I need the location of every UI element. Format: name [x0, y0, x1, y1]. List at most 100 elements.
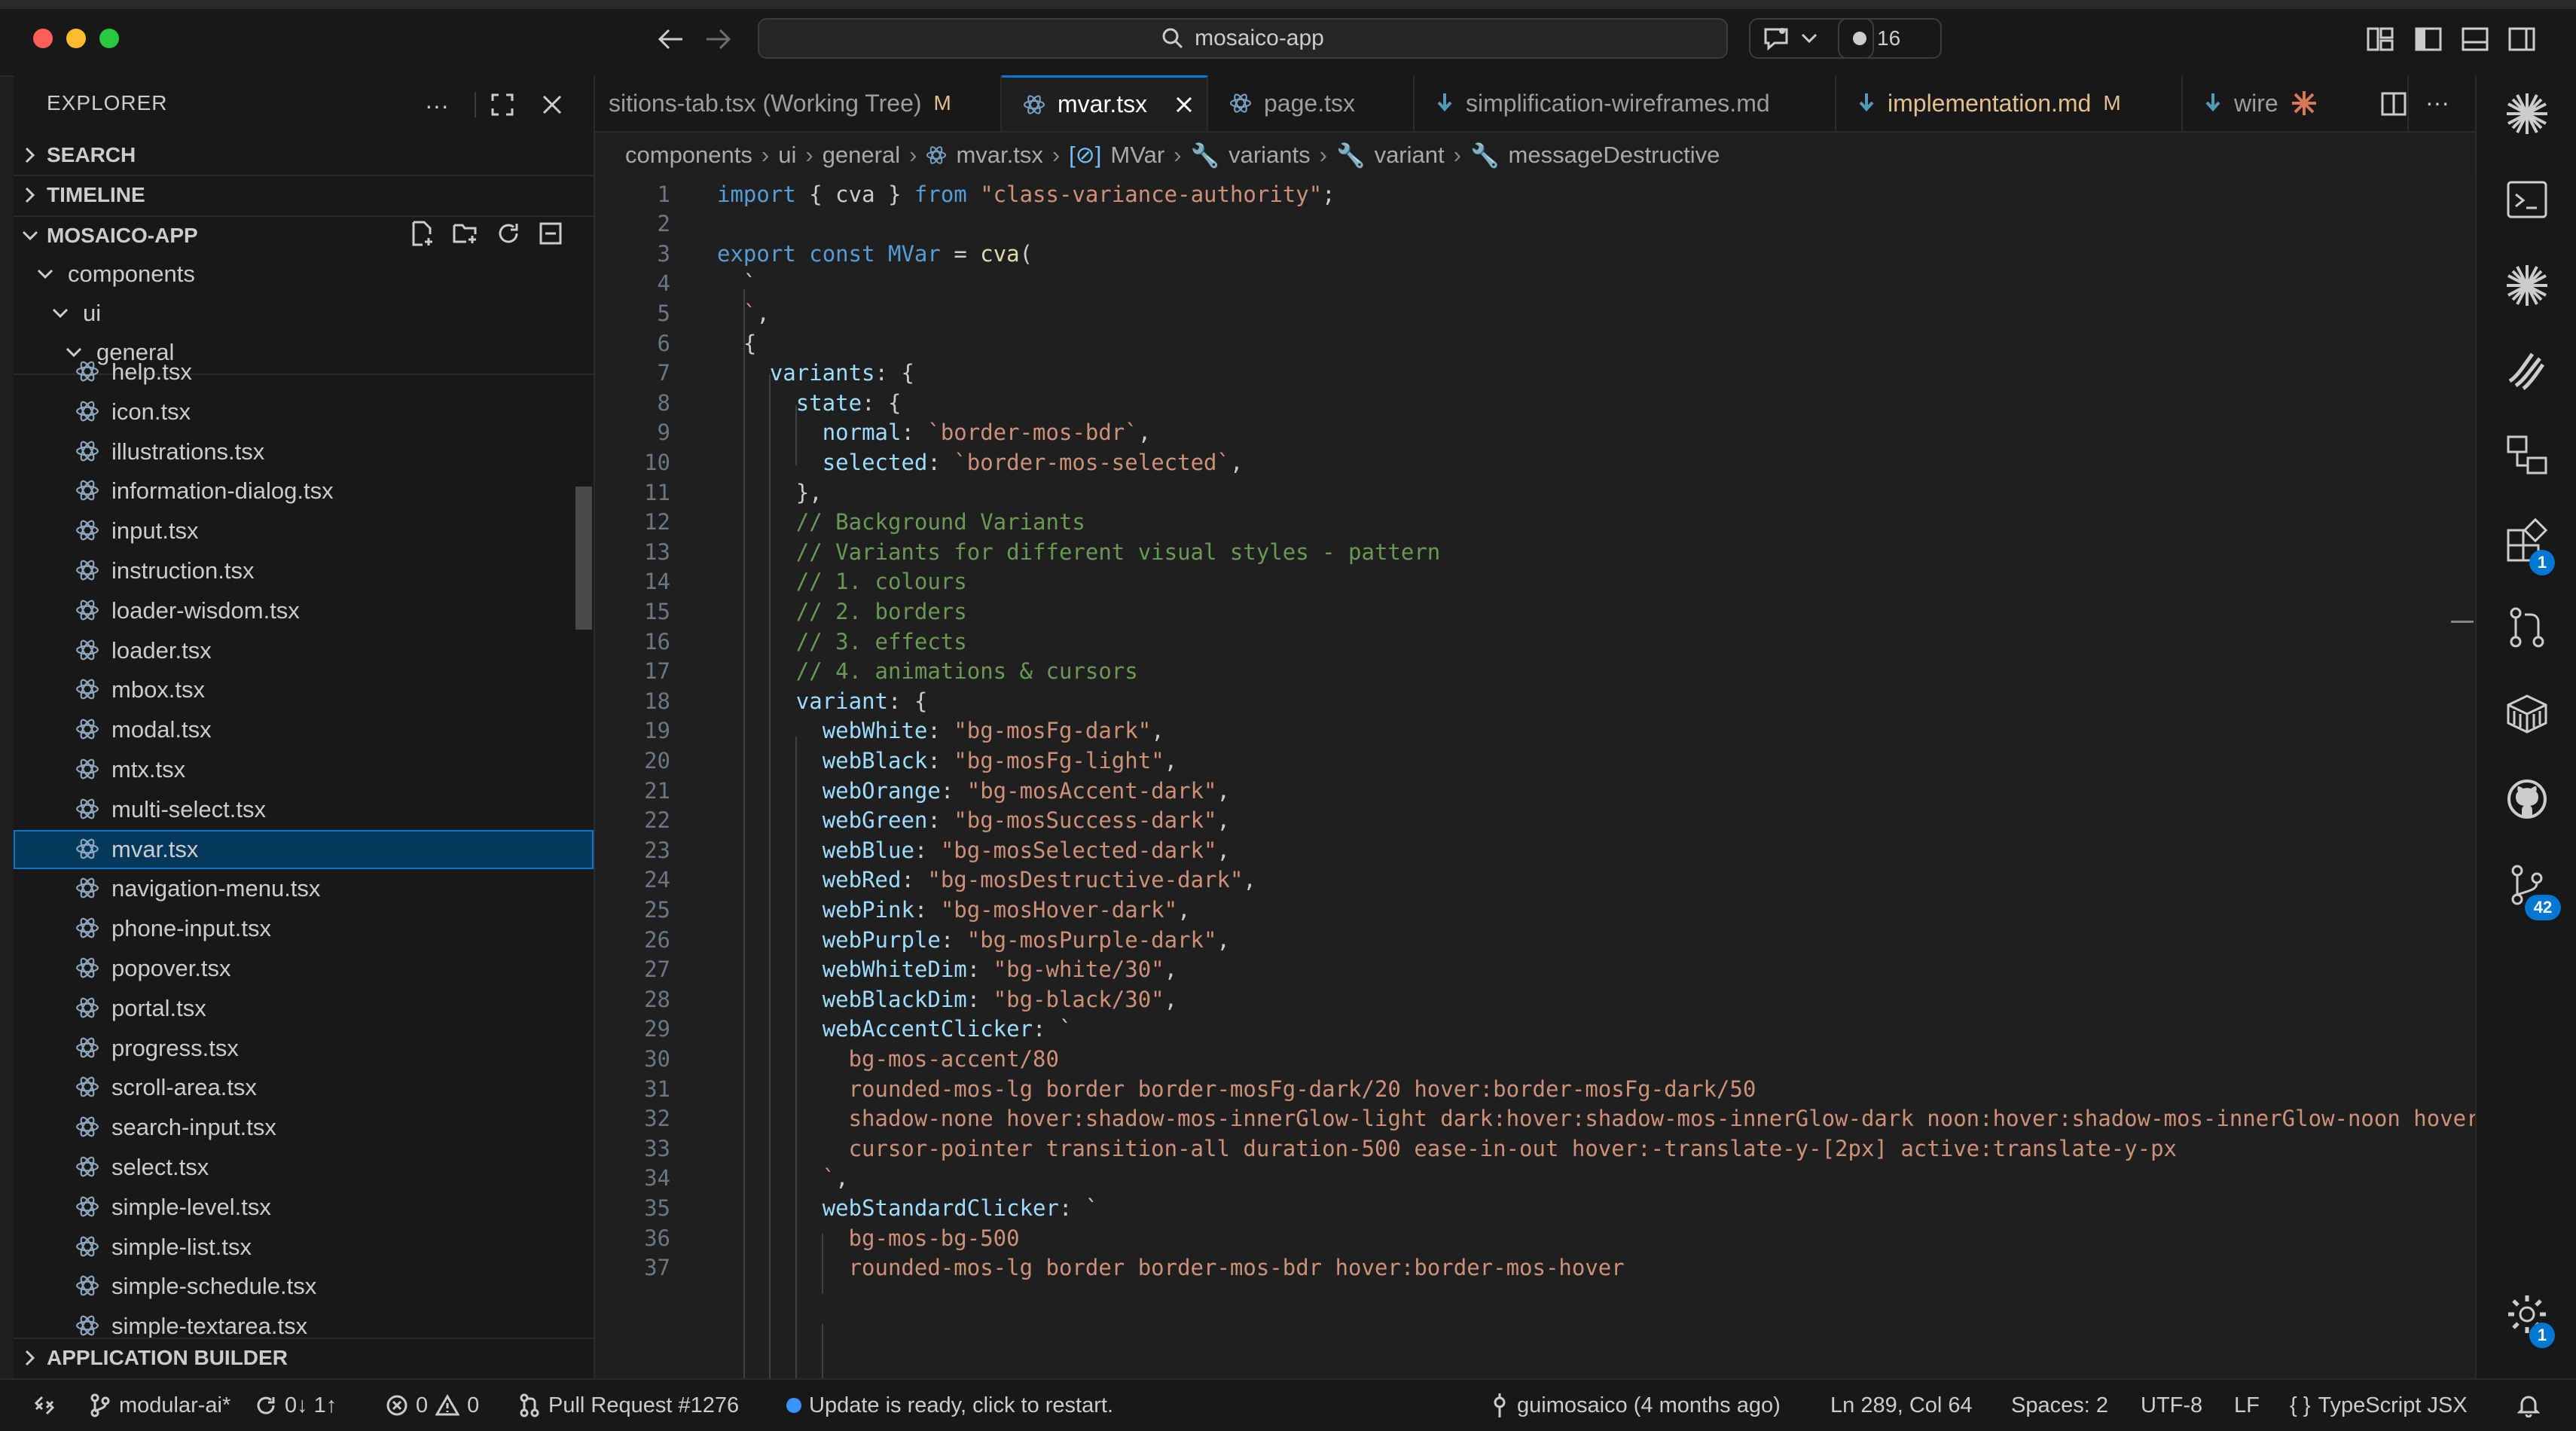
react-file-icon	[75, 1234, 101, 1260]
breadcrumb-item[interactable]: ui	[778, 142, 796, 169]
file-row[interactable]: input.tsx	[14, 511, 594, 551]
refresh-icon[interactable]	[496, 221, 521, 246]
breadcrumb-item[interactable]: variant	[1375, 142, 1445, 169]
file-row[interactable]: mbox.tsx	[14, 670, 594, 709]
line-number: 4	[657, 270, 670, 297]
collapse-all-icon[interactable]	[538, 221, 563, 246]
zoom-window-button[interactable]	[99, 29, 119, 48]
branch-indicator[interactable]: modular-ai*	[89, 1380, 230, 1431]
file-row[interactable]: navigation-menu.tsx	[14, 869, 594, 908]
close-window-button[interactable]	[33, 29, 53, 48]
pending-changes-button[interactable]: 16	[1838, 18, 1942, 59]
code-text: variants: {	[769, 360, 914, 386]
customize-layout-icon[interactable]	[2365, 24, 2395, 54]
chevron-down-icon[interactable]	[1800, 32, 1818, 44]
file-row[interactable]: select.tsx	[14, 1148, 594, 1187]
file-row[interactable]: portal.tsx	[14, 989, 594, 1028]
breadcrumb-item[interactable]: variants	[1228, 142, 1311, 169]
claude-icon[interactable]	[2502, 89, 2552, 139]
more-actions-icon[interactable]: ···	[2425, 89, 2449, 117]
close-icon[interactable]	[541, 93, 563, 116]
code-line: 33 cursor-pointer transition-all duratio…	[595, 1132, 2475, 1164]
indentation[interactable]: Spaces: 2	[2011, 1380, 2108, 1431]
forward-arrow-icon[interactable]	[704, 26, 732, 53]
toggle-secondary-sidebar-icon[interactable]	[2507, 24, 2537, 54]
pull-request-label: Pull Request #1276	[548, 1393, 740, 1417]
breadcrumb-item[interactable]: mvar.tsx	[956, 142, 1042, 169]
file-row[interactable]: modal.tsx	[14, 710, 594, 749]
folder-row[interactable]: components	[14, 255, 594, 294]
terminal-icon[interactable]	[2502, 175, 2552, 224]
folder-row[interactable]: ui	[14, 294, 594, 333]
pull-request-indicator[interactable]: Pull Request #1276	[518, 1380, 739, 1431]
tab-page[interactable]: page.tsx	[1208, 75, 1415, 131]
toggle-panel-icon[interactable]	[2460, 24, 2490, 54]
claude-icon[interactable]	[2502, 261, 2552, 310]
split-editor-icon[interactable]	[2380, 90, 2407, 117]
code-editor[interactable]: 1 import { cva } from "class-variance-aut…	[595, 176, 2475, 1378]
line-number: 24	[644, 867, 670, 893]
section-search[interactable]: SEARCH	[14, 136, 594, 175]
code-line: 21 webOrange: "bg-mosAccent-dark",	[595, 774, 2475, 807]
notifications[interactable]	[2517, 1380, 2540, 1431]
explorer-scrollbar[interactable]	[575, 487, 592, 630]
file-row[interactable]: information-dialog.tsx	[14, 471, 594, 511]
claude-icon[interactable]	[2291, 90, 2318, 117]
remote-explorer-icon[interactable]	[2502, 431, 2552, 481]
file-row[interactable]: help.tsx	[14, 360, 594, 392]
pull-requests-icon[interactable]	[2502, 603, 2552, 652]
back-arrow-icon[interactable]	[657, 26, 685, 53]
file-row[interactable]: progress.tsx	[14, 1029, 594, 1068]
code-text: webBlue: "bg-mosSelected-dark",	[822, 837, 1230, 863]
problems-indicator[interactable]: 0 0	[386, 1380, 479, 1431]
tab-simplification-wireframes[interactable]: simplification-wireframes.md	[1415, 75, 1836, 131]
language-mode[interactable]: { } TypeScript JSX	[2290, 1380, 2468, 1431]
git-blame[interactable]: guimosaico (4 months ago)	[1490, 1380, 1781, 1431]
more-actions-icon[interactable]: ···	[425, 92, 449, 120]
react-file-icon	[75, 399, 101, 425]
file-row[interactable]: search-input.tsx	[14, 1108, 594, 1147]
remote-indicator[interactable]	[33, 1380, 56, 1431]
file-row[interactable]: scroll-area.tsx	[14, 1068, 594, 1107]
sync-indicator[interactable]: 0↓ 1↑	[255, 1380, 337, 1431]
new-file-icon[interactable]	[410, 220, 435, 247]
tab-implementation[interactable]: implementation.md M	[1836, 75, 2183, 131]
file-row[interactable]: illustrations.tsx	[14, 432, 594, 471]
maximize-icon[interactable]	[490, 92, 515, 117]
command-center-search[interactable]: mosaico-app	[758, 18, 1728, 59]
update-notification[interactable]: Update is ready, click to restart.	[786, 1380, 1113, 1431]
tab-positions[interactable]: sitions-tab.tsx (Working Tree) M	[595, 75, 1002, 131]
file-row[interactable]: icon.tsx	[14, 392, 594, 432]
chevron-right-icon: ›	[1051, 142, 1061, 168]
encoding[interactable]: UTF-8	[2141, 1380, 2202, 1431]
cursor-position[interactable]: Ln 289, Col 64	[1830, 1380, 1973, 1431]
file-row[interactable]: mvar.tsx	[14, 829, 594, 869]
breadcrumb-item[interactable]: messageDestructive	[1509, 142, 1720, 169]
file-row[interactable]: loader-wisdom.tsx	[14, 591, 594, 630]
file-row[interactable]: multi-select.tsx	[14, 790, 594, 829]
close-tab-icon[interactable]	[1174, 95, 1194, 114]
file-row[interactable]: popover.tsx	[14, 949, 594, 988]
cline-icon[interactable]	[2502, 345, 2552, 395]
file-row[interactable]: simple-list.tsx	[14, 1228, 594, 1267]
file-row[interactable]: simple-level.tsx	[14, 1188, 594, 1227]
section-application-builder[interactable]: APPLICATION BUILDER	[14, 1338, 594, 1377]
file-row[interactable]: phone-input.tsx	[14, 909, 594, 948]
tab-mvar[interactable]: mvar.tsx	[1002, 75, 1208, 131]
breadcrumb-item[interactable]: general	[823, 142, 900, 169]
new-folder-icon[interactable]	[452, 221, 479, 246]
file-row[interactable]: simple-schedule.tsx	[14, 1267, 594, 1306]
file-row[interactable]: instruction.tsx	[14, 551, 594, 590]
minimize-window-button[interactable]	[66, 29, 86, 48]
github-icon[interactable]	[2502, 774, 2552, 824]
end-of-line[interactable]: LF	[2234, 1380, 2260, 1431]
package-icon[interactable]	[2502, 688, 2552, 738]
file-row[interactable]: mtx.tsx	[14, 750, 594, 789]
section-timeline[interactable]: TIMELINE	[14, 175, 594, 214]
breadcrumb-item[interactable]: components	[625, 142, 752, 169]
file-row[interactable]: loader.tsx	[14, 631, 594, 670]
breadcrumb-item[interactable]: MVar	[1110, 142, 1164, 169]
react-file-icon	[75, 677, 101, 703]
toggle-primary-sidebar-icon[interactable]	[2413, 24, 2443, 54]
tab-wire[interactable]: wire	[2183, 75, 2409, 131]
